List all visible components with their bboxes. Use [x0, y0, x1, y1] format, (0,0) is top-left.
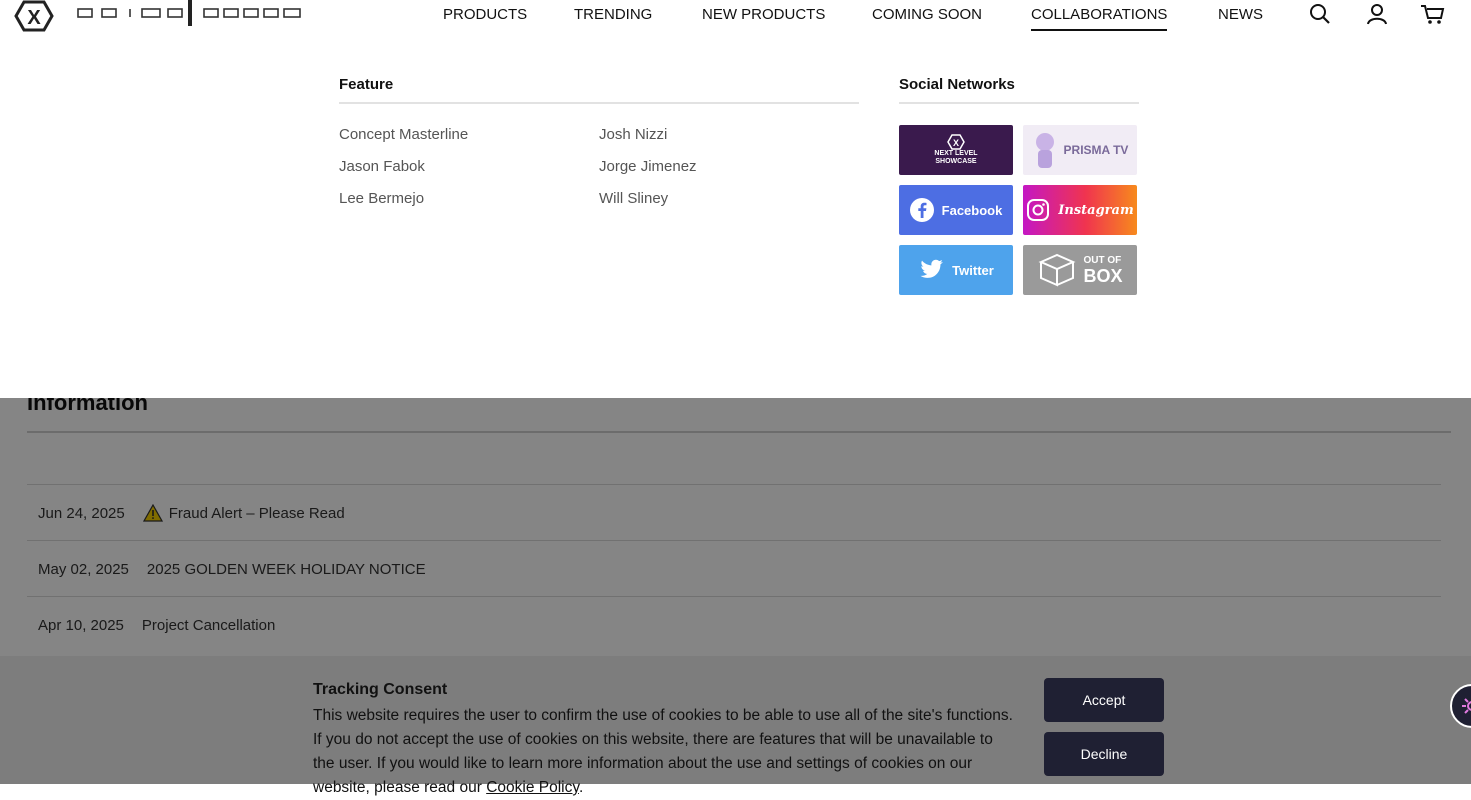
cart-icon[interactable]: [1420, 2, 1445, 26]
tracking-consent-banner: Tracking Consent This website requires t…: [0, 656, 1471, 796]
nav-collaborations[interactable]: COLLABORATIONS: [1031, 6, 1168, 31]
prisma-character-icon: [1035, 133, 1054, 168]
social-divider: [899, 102, 1139, 104]
instagram-icon: [1027, 199, 1050, 221]
collaborations-mega-menu: Feature Concept Masterline Jason Fabok L…: [0, 40, 1471, 398]
logo-wordmark: [77, 0, 301, 26]
out-of-box-line-2: BOX: [1083, 266, 1123, 286]
out-of-box-tile[interactable]: OUT OF BOX: [1023, 245, 1137, 295]
consent-title: Tracking Consent: [313, 681, 448, 698]
twitter-label: Twitter: [952, 262, 994, 278]
feature-link-concept-masterline[interactable]: Concept Masterline: [339, 126, 468, 143]
svg-text:X: X: [953, 138, 959, 148]
showcase-logo-icon: X: [947, 134, 965, 150]
search-icon[interactable]: [1308, 2, 1332, 26]
facebook-icon: [909, 198, 934, 222]
decline-button[interactable]: Decline: [1044, 732, 1164, 776]
social-heading: Social Networks: [899, 76, 1015, 93]
feature-link-jorge-jimenez[interactable]: Jorge Jimenez: [599, 158, 697, 175]
nav-coming-soon[interactable]: COMING SOON: [872, 6, 982, 29]
user-icon[interactable]: [1365, 2, 1389, 26]
facebook-label: Facebook: [941, 202, 1003, 218]
consent-body: This website requires the user to confir…: [313, 707, 1013, 796]
feature-link-jason-fabok[interactable]: Jason Fabok: [339, 158, 425, 175]
feature-link-will-sliney[interactable]: Will Sliney: [599, 190, 668, 207]
accept-button[interactable]: Accept: [1044, 678, 1164, 722]
nav-news[interactable]: NEWS: [1218, 6, 1263, 29]
prisma-tv-tile[interactable]: PRISMA TV: [1023, 125, 1137, 175]
logo-mark-icon: X: [14, 0, 54, 32]
feature-heading: Feature: [339, 76, 394, 93]
twitter-tile[interactable]: Twitter: [899, 245, 1013, 295]
prime1-logo[interactable]: X: [10, 0, 310, 38]
consent-text: This website requires the user to confir…: [313, 704, 1013, 800]
prisma-tv-label: PRISMA TV: [1063, 143, 1129, 157]
instagram-tile[interactable]: Instagram: [1023, 185, 1137, 235]
site-header: X PRODUCTS TRENDING NEW PRODUCTS COMING …: [0, 0, 1471, 40]
twitter-icon: [920, 259, 944, 278]
cookie-settings-icon: [1462, 698, 1471, 714]
cookie-policy-link[interactable]: Cookie Policy: [486, 779, 579, 796]
nav-products[interactable]: PRODUCTS: [443, 6, 527, 29]
svg-text:X: X: [27, 7, 41, 29]
showcase-tile[interactable]: X NEXT LEVEL SHOWCASE: [899, 125, 1013, 175]
nav-new-products[interactable]: NEW PRODUCTS: [702, 6, 825, 29]
out-of-box-text: OUT OF BOX: [1083, 255, 1122, 285]
instagram-label: Instagram: [1058, 202, 1134, 218]
nav-trending[interactable]: TRENDING: [574, 6, 652, 29]
facebook-tile[interactable]: Facebook: [899, 185, 1013, 235]
feature-link-lee-bermejo[interactable]: Lee Bermejo: [339, 190, 424, 207]
feature-link-josh-nizzi[interactable]: Josh Nizzi: [599, 126, 667, 143]
consent-body-end: .: [578, 779, 584, 796]
feature-divider: [339, 102, 859, 104]
showcase-label: NEXT LEVEL SHOWCASE: [934, 150, 978, 165]
box-icon: [1038, 253, 1076, 287]
